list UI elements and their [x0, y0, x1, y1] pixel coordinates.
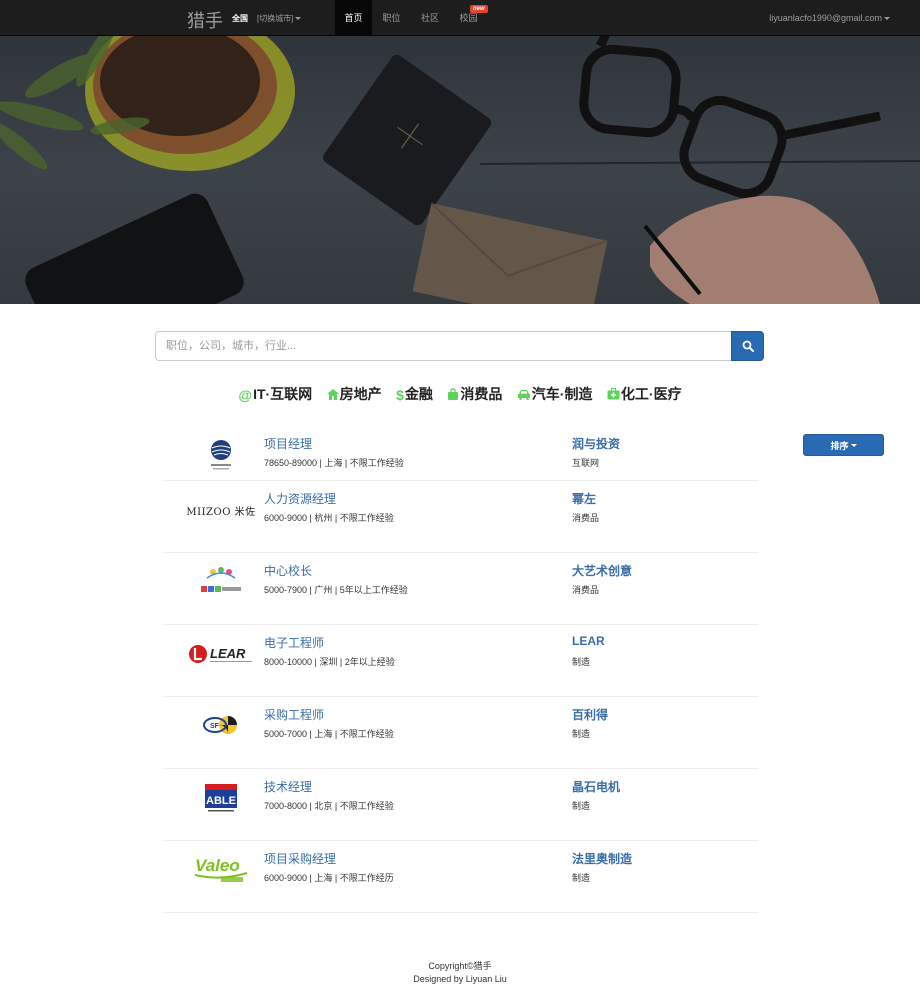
search-button[interactable]	[731, 331, 764, 361]
job-title[interactable]: 项目采购经理	[264, 850, 336, 867]
industry-label: 消费品	[572, 585, 600, 595]
search-input[interactable]	[155, 331, 731, 361]
company-name[interactable]: 法里奥制造	[572, 850, 632, 867]
car-icon	[517, 387, 531, 403]
new-badge: new	[470, 5, 488, 13]
sort-button[interactable]: 排序	[803, 434, 884, 456]
company-name[interactable]: 幂左	[572, 490, 596, 507]
job-meta: 5000-7000 | 上海 | 不限工作经验	[264, 729, 394, 739]
lear-logo: LEAR	[189, 645, 252, 663]
company-logo-runyu[interactable]	[185, 435, 257, 475]
user-menu[interactable]: liyuanlacfo1990@gmail.com	[769, 13, 890, 23]
job-meta: 8000-10000 | 深圳 | 2年以上经验	[264, 657, 395, 667]
category-it[interactable]: @IT·互联网	[238, 384, 312, 404]
dollar-icon: $	[396, 387, 404, 404]
job-meta: 6000-9000 | 杭州 | 不限工作经验	[264, 513, 394, 523]
baili-logo: SF	[203, 716, 237, 734]
company-name[interactable]: 晶石电机	[572, 778, 620, 795]
job-meta: 78650-89000 | 上海 | 不限工作经验	[264, 458, 404, 468]
top-navbar: 猎手 全国 [切换城市] 首页 职位 社区 校园 new liyuanlacfo…	[0, 0, 920, 36]
art-logo	[201, 567, 241, 592]
category-label: 化工·医疗	[620, 386, 682, 402]
industry-label: 互联网	[572, 458, 600, 468]
category-chemical-medical[interactable]: 化工·医疗	[607, 384, 682, 404]
category-label: 汽车·制造	[531, 386, 593, 402]
job-title[interactable]: 中心校长	[264, 562, 312, 579]
company-name[interactable]: 大艺术创意	[572, 562, 632, 579]
category-label: 房地产	[339, 386, 382, 402]
job-title[interactable]: 采购工程师	[264, 706, 324, 723]
brand-logo[interactable]: 猎手	[187, 7, 223, 33]
company-logo-valeo[interactable]: Valeo	[185, 850, 257, 890]
medical-kit-icon	[607, 387, 620, 403]
job-row[interactable]: ABLE 技术经理 7000-8000 | 北京 | 不限工作经验 晶石电机 制…	[163, 769, 758, 841]
job-title[interactable]: 技术经理	[264, 778, 312, 795]
category-consumer[interactable]: 消费品	[447, 384, 502, 404]
job-list: 项目经理 78650-89000 | 上海 | 不限工作经验 润与投资 互联网 …	[163, 426, 758, 913]
job-row[interactable]: 中心校长 5000-7900 | 广州 | 5年以上工作经验 大艺术创意 消费品	[163, 553, 758, 625]
user-email: liyuanlacfo1990@gmail.com	[769, 13, 882, 23]
footer: Copyright©猎手 Designed by Liyuan Liu	[0, 960, 920, 986]
company-logo-able[interactable]: ABLE	[185, 778, 257, 818]
city-switch-label: [切换城市]	[257, 14, 294, 23]
industry-label: 制造	[572, 873, 591, 883]
job-row[interactable]: SF 采购工程师 5000-7000 | 上海 | 不限工作经验 百利得 制造	[163, 697, 758, 769]
footer-copyright: Copyright©猎手	[428, 961, 492, 971]
industry-label: 制造	[572, 729, 591, 739]
industry-label: 制造	[572, 801, 591, 811]
job-row[interactable]: Valeo 项目采购经理 6000-9000 | 上海 | 不限工作经历 法里奥…	[163, 841, 758, 913]
company-name[interactable]: LEAR	[572, 634, 605, 648]
city-all-label[interactable]: 全国	[232, 13, 248, 24]
able-logo-text: ABLE	[206, 795, 236, 807]
job-title[interactable]: 项目经理	[264, 435, 312, 452]
lear-logo-text: LEAR	[210, 646, 246, 661]
job-meta: 5000-7900 | 广州 | 5年以上工作经验	[264, 585, 408, 595]
category-bar: @IT·互联网 房地产 $金融 消费品 汽车·制造 化工·医疗	[0, 384, 920, 404]
company-logo-art[interactable]	[185, 562, 257, 602]
chevron-down-icon	[884, 17, 890, 21]
job-title[interactable]: 人力资源经理	[264, 490, 336, 507]
industry-label: 消费品	[572, 513, 600, 523]
runyu-globe-logo	[211, 440, 231, 470]
nav-home[interactable]: 首页	[335, 0, 372, 36]
nav-community[interactable]: 社区	[411, 0, 449, 36]
sort-label: 排序	[830, 440, 849, 451]
job-title[interactable]: 电子工程师	[264, 634, 324, 651]
chevron-down-icon	[850, 443, 857, 447]
industry-label: 制造	[572, 657, 591, 667]
company-name[interactable]: 润与投资	[572, 435, 620, 452]
category-label: 金融	[404, 386, 433, 402]
job-meta: 6000-9000 | 上海 | 不限工作经历	[264, 873, 394, 883]
company-logo-lear[interactable]: LEAR	[185, 634, 257, 674]
category-finance[interactable]: $金融	[396, 384, 433, 404]
job-row[interactable]: MIIZOO 米佐 人力资源经理 6000-9000 | 杭州 | 不限工作经验…	[163, 481, 758, 553]
job-row[interactable]: 项目经理 78650-89000 | 上海 | 不限工作经验 润与投资 互联网	[163, 426, 758, 481]
category-label: IT·互联网	[253, 386, 313, 402]
search-icon	[742, 340, 754, 352]
valeo-logo-text: Valeo	[195, 856, 240, 875]
category-real-estate[interactable]: 房地产	[326, 384, 382, 404]
company-name[interactable]: 百利得	[572, 706, 608, 723]
nav-jobs[interactable]: 职位	[372, 0, 411, 36]
category-auto[interactable]: 汽车·制造	[517, 384, 593, 404]
job-meta: 7000-8000 | 北京 | 不限工作经验	[264, 801, 394, 811]
footer-designed-by: Designed by Liyuan Liu	[413, 974, 507, 984]
miizoo-logo-text: MIIZOO 米佐	[186, 506, 256, 518]
hero-banner	[0, 36, 920, 304]
company-logo-baili[interactable]: SF	[185, 706, 257, 746]
company-logo-miizoo[interactable]: MIIZOO 米佐	[185, 490, 257, 530]
svg-text:SF: SF	[210, 723, 220, 730]
chevron-down-icon	[295, 17, 302, 21]
home-icon	[326, 387, 339, 403]
valeo-logo: Valeo	[194, 856, 248, 882]
city-switch-dropdown[interactable]: [切换城市]	[257, 13, 302, 24]
shopping-bag-icon	[447, 387, 459, 403]
job-row[interactable]: LEAR 电子工程师 8000-10000 | 深圳 | 2年以上经验 LEAR…	[163, 625, 758, 697]
hero-desk-illustration	[0, 36, 920, 304]
at-icon: @	[238, 387, 253, 404]
able-logo: ABLE	[205, 784, 237, 812]
category-label: 消费品	[460, 386, 503, 402]
